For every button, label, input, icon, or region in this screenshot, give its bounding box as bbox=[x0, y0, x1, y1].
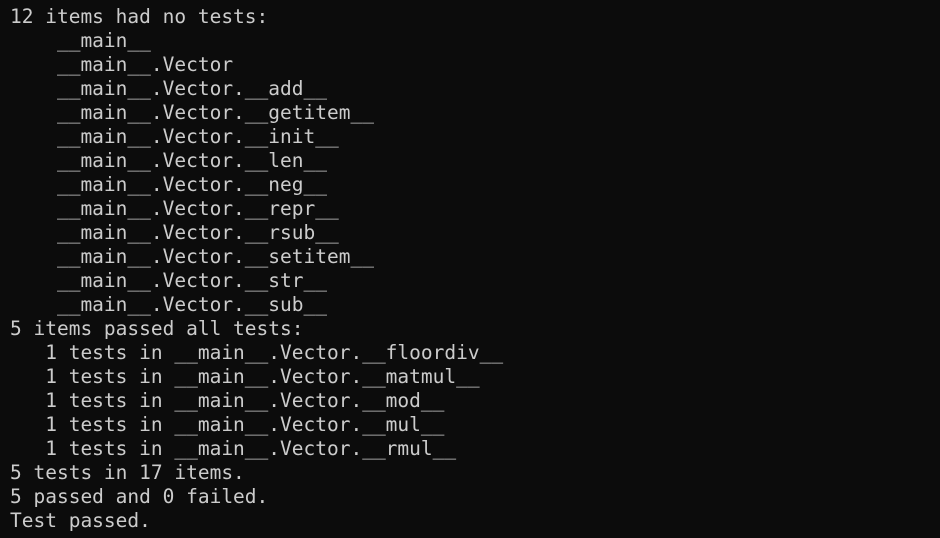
no-tests-header: 12 items had no tests: bbox=[10, 5, 269, 28]
untested-item: __main__.Vector.__setitem__ bbox=[10, 245, 374, 268]
passed-item: 1 tests in __main__.Vector.__matmul__ bbox=[10, 365, 480, 388]
untested-item: __main__.Vector.__len__ bbox=[10, 149, 327, 172]
untested-item: __main__.Vector.__rsub__ bbox=[10, 221, 339, 244]
untested-item: __main__.Vector.__init__ bbox=[10, 125, 339, 148]
passed-item: 1 tests in __main__.Vector.__rmul__ bbox=[10, 437, 457, 460]
untested-item: __main__ bbox=[10, 29, 151, 52]
untested-item: __main__.Vector.__getitem__ bbox=[10, 101, 374, 124]
untested-item: __main__.Vector.__add__ bbox=[10, 77, 327, 100]
passed-item: 1 tests in __main__.Vector.__mul__ bbox=[10, 413, 445, 436]
pass-fail-summary: 5 passed and 0 failed. bbox=[10, 485, 269, 508]
passed-item: 1 tests in __main__.Vector.__floordiv__ bbox=[10, 341, 504, 364]
untested-item: __main__.Vector.__sub__ bbox=[10, 293, 327, 316]
untested-item: __main__.Vector bbox=[10, 53, 234, 76]
passed-item: 1 tests in __main__.Vector.__mod__ bbox=[10, 389, 445, 412]
untested-item: __main__.Vector.__repr__ bbox=[10, 197, 339, 220]
untested-item: __main__.Vector.__neg__ bbox=[10, 173, 327, 196]
terminal-output[interactable]: 12 items had no tests: __main__ __main__… bbox=[0, 0, 940, 538]
passed-header: 5 items passed all tests: bbox=[10, 317, 304, 340]
result-status: Test passed. bbox=[10, 509, 151, 532]
tests-summary: 5 tests in 17 items. bbox=[10, 461, 245, 484]
untested-item: __main__.Vector.__str__ bbox=[10, 269, 327, 292]
